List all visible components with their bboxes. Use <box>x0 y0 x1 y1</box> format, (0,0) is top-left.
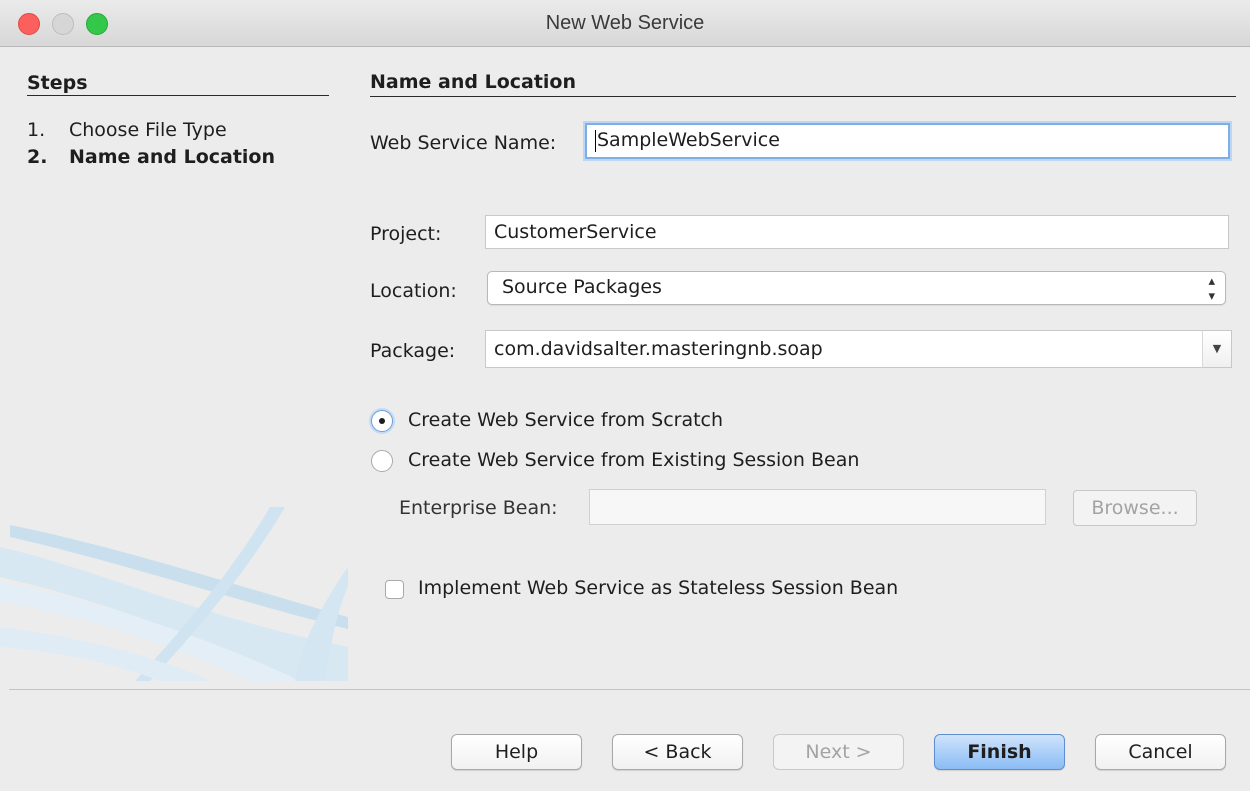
package-combo-input[interactable]: com.davidsalter.masteringnb.soap <box>485 330 1203 368</box>
web-service-name-label: Web Service Name: <box>370 132 557 154</box>
steps-divider <box>27 95 329 96</box>
stateless-session-bean-checkbox[interactable] <box>385 580 404 599</box>
text-caret <box>595 129 596 152</box>
decorative-swoosh-graphic <box>0 507 348 681</box>
steps-panel: Steps 1. Choose File Type 2. Name and Loca… <box>0 47 348 681</box>
step-label: Name and Location <box>69 146 276 168</box>
package-value: com.davidsalter.masteringnb.soap <box>494 338 823 360</box>
enterprise-bean-input <box>589 489 1046 525</box>
step-label: Choose File Type <box>69 119 227 141</box>
radio-create-from-scratch-label[interactable]: Create Web Service from Scratch <box>408 409 723 431</box>
step-number: 1. <box>27 119 46 141</box>
location-label: Location: <box>370 280 457 302</box>
back-button[interactable]: < Back <box>612 734 743 770</box>
location-value: Source Packages <box>502 276 662 298</box>
steps-title: Steps <box>27 72 88 94</box>
section-divider <box>370 96 1236 97</box>
help-button[interactable]: Help <box>451 734 582 770</box>
chevron-down-icon: ▼ <box>1212 342 1222 355</box>
package-label: Package: <box>370 340 456 362</box>
package-dropdown-button[interactable]: ▼ <box>1202 330 1232 368</box>
section-title: Name and Location <box>370 71 577 93</box>
cancel-button[interactable]: Cancel <box>1095 734 1226 770</box>
browse-button: Browse... <box>1073 490 1197 526</box>
next-button: Next > <box>773 734 904 770</box>
radio-create-from-session-bean-label[interactable]: Create Web Service from Existing Session… <box>408 449 859 471</box>
project-label: Project: <box>370 223 442 245</box>
stateless-session-bean-label[interactable]: Implement Web Service as Stateless Sessi… <box>418 577 898 599</box>
step-number: 2. <box>27 146 48 168</box>
title-bar: New Web Service <box>0 0 1250 47</box>
browse-button-label: Browse... <box>1091 497 1179 519</box>
enterprise-bean-label: Enterprise Bean: <box>399 497 558 519</box>
web-service-name-value: SampleWebService <box>597 129 780 151</box>
window-title: New Web Service <box>545 12 705 34</box>
project-value: CustomerService <box>494 221 657 243</box>
new-web-service-dialog: New Web Service Steps 1. Choose File Type… <box>0 0 1250 791</box>
radio-create-from-session-bean[interactable] <box>371 450 393 472</box>
finish-button[interactable]: Finish <box>934 734 1065 770</box>
footer-divider <box>9 689 1250 690</box>
step-choose-file-type: 1. Choose File Type <box>27 119 227 141</box>
up-down-arrows-icon: ▴ ▾ <box>1208 274 1215 304</box>
project-field: CustomerService <box>485 215 1229 249</box>
radio-create-from-scratch[interactable] <box>371 410 393 432</box>
web-service-name-input[interactable]: SampleWebService <box>585 123 1230 159</box>
location-select[interactable]: Source Packages ▴ ▾ <box>487 271 1226 305</box>
step-name-and-location: 2. Name and Location <box>27 146 275 168</box>
